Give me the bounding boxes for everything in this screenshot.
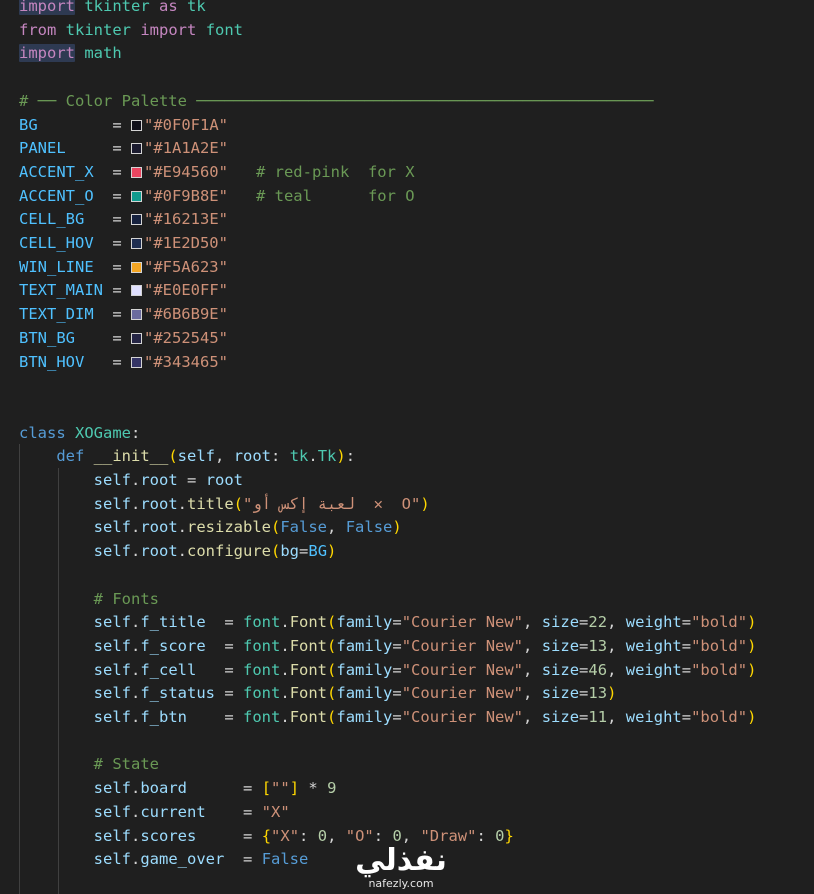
color-swatch[interactable]: [131, 119, 142, 131]
code-line[interactable]: self.f_score = font.Font(family="Courier…: [19, 634, 757, 658]
code-line[interactable]: self.f_title = font.Font(family="Courier…: [19, 610, 757, 634]
code-line[interactable]: BG = "#0F0F1A": [19, 113, 228, 137]
code-line[interactable]: self.f_cell = font.Font(family="Courier …: [19, 658, 757, 682]
code-line[interactable]: self.f_btn = font.Font(family="Courier N…: [19, 705, 757, 729]
code-line[interactable]: PANEL = "#1A1A2E": [19, 136, 228, 160]
code-line[interactable]: self.game_over = False: [19, 847, 309, 871]
code-line[interactable]: self.root = root: [19, 468, 243, 492]
code-line[interactable]: import math: [19, 41, 122, 65]
code-line[interactable]: # Fonts: [19, 587, 159, 611]
code-line[interactable]: class XOGame:: [19, 421, 140, 445]
code-line[interactable]: self.board = [""] * 9: [19, 776, 337, 800]
code-line[interactable]: CELL_HOV = "#1E2D50": [19, 231, 228, 255]
code-line[interactable]: WIN_LINE = "#F5A623": [19, 255, 228, 279]
color-swatch[interactable]: [131, 214, 142, 226]
code-editor[interactable]: import tkinter as tk from tkinter import …: [0, 0, 814, 894]
color-swatch[interactable]: [130, 166, 142, 178]
code-line[interactable]: from tkinter import font: [19, 18, 243, 42]
code-line[interactable]: BTN_BG = "#252545": [19, 326, 228, 350]
code-line[interactable]: def __init__(self, root: tk.Tk):: [19, 444, 355, 468]
code-line[interactable]: self.scores = {"X": 0, "O": 0, "Draw": 0…: [19, 824, 514, 848]
code-line[interactable]: ACCENT_X = "#E94560" # red-pink for X: [19, 160, 415, 184]
color-swatch[interactable]: [130, 261, 142, 273]
code-line[interactable]: BTN_HOV = "#343465": [19, 350, 228, 374]
code-line[interactable]: self.root.configure(bg=BG): [19, 539, 337, 563]
code-line[interactable]: self.current = "X": [19, 800, 290, 824]
code-line[interactable]: CELL_BG = "#16213E": [19, 207, 228, 231]
code-line[interactable]: self.root.resizable(False, False): [19, 515, 402, 539]
code-line[interactable]: import tkinter as tk: [19, 0, 206, 18]
code-line[interactable]: # ── Color Palette ─────────────────────…: [19, 89, 654, 113]
code-line[interactable]: TEXT_MAIN = "#E0E0FF": [19, 278, 228, 302]
code-line[interactable]: # State: [19, 752, 159, 776]
color-swatch[interactable]: [131, 143, 142, 155]
color-swatch[interactable]: [130, 238, 142, 249]
color-swatch[interactable]: [130, 190, 142, 202]
color-swatch[interactable]: [131, 285, 142, 297]
color-swatch[interactable]: [131, 356, 142, 368]
color-swatch[interactable]: [131, 332, 142, 344]
code-line[interactable]: TEXT_DIM = "#6B6B9E": [19, 302, 228, 326]
code-line[interactable]: ACCENT_O = "#0F9B8E" # teal for O: [19, 184, 415, 208]
code-line[interactable]: self.root.title("لعبة إكس أو ✕ O"): [19, 492, 430, 516]
code-line[interactable]: self.f_status = font.Font(family="Courie…: [19, 681, 617, 705]
color-swatch[interactable]: [130, 309, 142, 321]
